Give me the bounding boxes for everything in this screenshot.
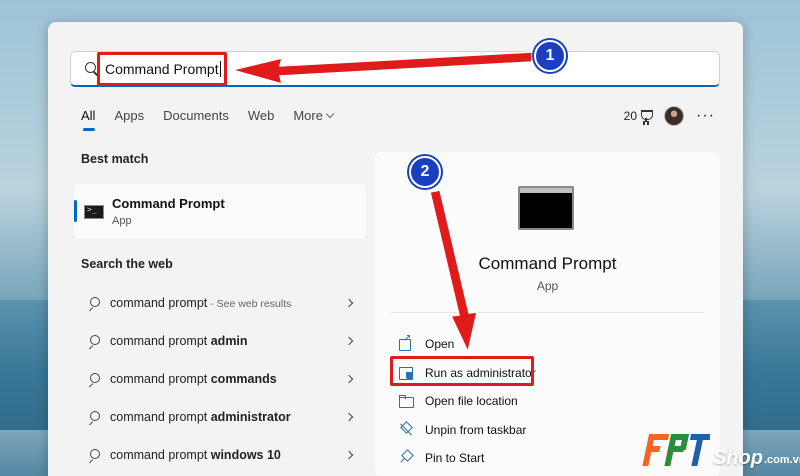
fpt-logo-icon xyxy=(642,434,710,466)
arrow-to-admin xyxy=(429,189,478,355)
annotation-arrows xyxy=(229,51,533,355)
step-2-badge: 2 xyxy=(409,156,441,188)
arrow-to-search xyxy=(229,51,533,86)
fptshop-watermark: Shop .com.vn xyxy=(638,430,800,470)
step-1-badge: 1 xyxy=(534,40,566,72)
watermark-suffix: .com.vn xyxy=(764,454,800,466)
watermark-text: Shop xyxy=(713,447,763,469)
